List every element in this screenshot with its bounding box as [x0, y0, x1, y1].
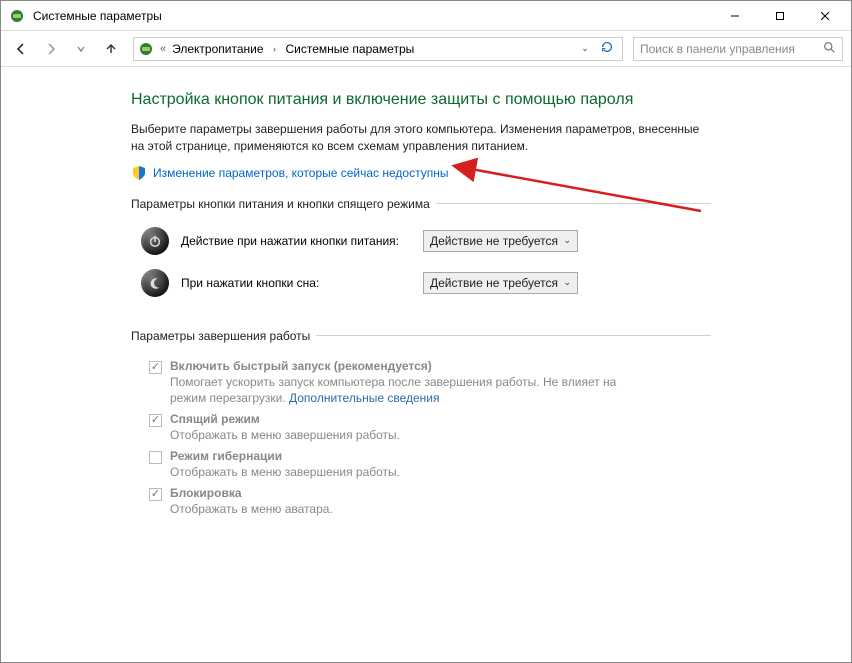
sleep-button-select[interactable]: Действие не требуется ⌄ — [423, 272, 578, 294]
power-button-label: Действие при нажатии кнопки питания: — [181, 234, 411, 248]
lock-row: Блокировка Отображать в меню аватара. — [149, 486, 711, 517]
hibernate-row: Режим гибернации Отображать в меню завер… — [149, 449, 711, 480]
power-options-small-icon — [138, 41, 154, 57]
back-button[interactable] — [9, 37, 33, 61]
hibernate-label: Режим гибернации — [170, 449, 400, 463]
sleep-button-value: Действие не требуется — [430, 276, 558, 290]
power-button-select[interactable]: Действие не требуется ⌄ — [423, 230, 578, 252]
fast-startup-sub: Помогает ускорить запуск компьютера посл… — [170, 374, 650, 406]
shutdown-group: Параметры завершения работы Включить быс… — [131, 329, 711, 520]
up-button[interactable] — [99, 37, 123, 61]
search-input[interactable]: Поиск в панели управления — [633, 37, 843, 61]
breadcrumb-item-power[interactable]: Электропитание — [172, 42, 263, 56]
breadcrumb[interactable]: « Электропитание › Системные параметры ⌄ — [133, 37, 623, 61]
titlebar: Системные параметры — [1, 1, 851, 31]
sleep-mode-label: Спящий режим — [170, 412, 400, 426]
window-controls — [712, 2, 847, 30]
breadcrumb-dropdown-icon[interactable]: ⌄ — [578, 43, 592, 54]
search-icon — [823, 41, 836, 57]
power-sleep-group: Параметры кнопки питания и кнопки спящег… — [131, 197, 711, 311]
sleep-mode-checkbox — [149, 414, 162, 427]
fast-startup-more-link[interactable]: Дополнительные сведения — [289, 391, 439, 405]
refresh-button[interactable] — [596, 40, 618, 57]
breadcrumb-sep: « — [158, 43, 168, 55]
power-options-icon — [9, 8, 25, 24]
lock-checkbox — [149, 488, 162, 501]
shield-icon — [131, 165, 147, 181]
power-button-row: Действие при нажатии кнопки питания: Дей… — [141, 227, 711, 255]
breadcrumb-item-system-params[interactable]: Системные параметры — [286, 42, 415, 56]
fast-startup-checkbox — [149, 361, 162, 374]
power-icon — [141, 227, 169, 255]
fast-startup-label: Включить быстрый запуск (рекомендуется) — [170, 359, 650, 373]
navbar: « Электропитание › Системные параметры ⌄… — [1, 31, 851, 67]
page-description: Выберите параметры завершения работы для… — [131, 121, 711, 155]
content-area: Настройка кнопок питания и включение защ… — [1, 67, 851, 662]
sleep-icon — [141, 269, 169, 297]
forward-button[interactable] — [39, 37, 63, 61]
power-button-value: Действие не требуется — [430, 234, 558, 248]
sleep-button-label: При нажатии кнопки сна: — [181, 276, 411, 290]
power-sleep-legend: Параметры кнопки питания и кнопки спящег… — [131, 197, 436, 211]
lock-sub: Отображать в меню аватара. — [170, 501, 333, 517]
minimize-button[interactable] — [712, 2, 757, 30]
page-heading: Настройка кнопок питания и включение защ… — [131, 91, 711, 109]
chevron-down-icon: ⌄ — [563, 235, 571, 246]
hibernate-checkbox — [149, 451, 162, 464]
maximize-button[interactable] — [757, 2, 802, 30]
sleep-button-row: При нажатии кнопки сна: Действие не треб… — [141, 269, 711, 297]
close-button[interactable] — [802, 2, 847, 30]
chevron-right-icon[interactable]: › — [268, 44, 282, 54]
lock-label: Блокировка — [170, 486, 333, 500]
window-title: Системные параметры — [33, 9, 712, 23]
chevron-down-icon: ⌄ — [563, 277, 571, 288]
change-unavailable-row: Изменение параметров, которые сейчас нед… — [131, 165, 711, 181]
hibernate-sub: Отображать в меню завершения работы. — [170, 464, 400, 480]
search-placeholder: Поиск в панели управления — [640, 42, 795, 56]
sleep-mode-row: Спящий режим Отображать в меню завершени… — [149, 412, 711, 443]
change-unavailable-link[interactable]: Изменение параметров, которые сейчас нед… — [153, 166, 449, 180]
sleep-mode-sub: Отображать в меню завершения работы. — [170, 427, 400, 443]
shutdown-legend: Параметры завершения работы — [131, 329, 316, 343]
recent-locations-button[interactable] — [69, 37, 93, 61]
fast-startup-row: Включить быстрый запуск (рекомендуется) … — [149, 359, 711, 406]
